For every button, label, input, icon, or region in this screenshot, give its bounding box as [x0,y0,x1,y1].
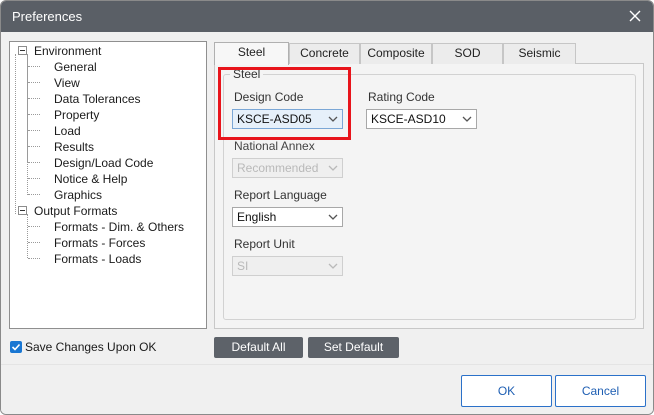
tree-connector [28,178,40,179]
tab-composite[interactable]: Composite [360,43,432,64]
ok-button[interactable]: OK [461,375,552,407]
save-changes-label: Save Changes Upon OK [25,340,157,354]
tree-item-graphics[interactable]: Graphics [54,187,102,203]
report-language-select[interactable]: English [232,207,343,227]
tab-sod[interactable]: SOD [432,43,503,64]
tree-connector [28,194,40,195]
preferences-dialog: Preferences Environment General View Dat… [0,0,654,415]
report-language-value: English [237,210,277,224]
tree-item-notice-help[interactable]: Notice & Help [54,171,127,187]
tree-connector [28,226,40,227]
collapse-icon[interactable] [18,206,27,215]
tree-connector [28,242,40,243]
rating-code-label: Rating Code [368,90,435,104]
report-unit-label: Report Unit [234,237,295,251]
national-annex-select: Recommended [232,158,343,178]
tree-connector [15,54,16,214]
dialog-footer: OK Cancel [1,364,653,414]
tree-item-data-tolerances[interactable]: Data Tolerances [54,91,141,107]
set-default-button[interactable]: Set Default [308,337,399,358]
report-unit-value: SI [237,259,249,273]
tree-item-property[interactable]: Property [54,107,99,123]
tree-connector [28,114,40,115]
tab-concrete[interactable]: Concrete [289,43,360,64]
tree-connector [28,82,40,83]
tree-connector [28,130,40,131]
tree-item-general[interactable]: General [54,59,97,75]
tree-item-view[interactable]: View [54,75,80,91]
report-unit-select: SI [232,256,343,276]
tree-connector [27,214,28,258]
chevron-down-icon [462,116,472,122]
tree-item-load[interactable]: Load [54,123,81,139]
chevron-down-icon [328,214,338,220]
tree-item-formats-forces[interactable]: Formats - Forces [54,235,145,251]
tree-connector [28,162,40,163]
tab-seismic[interactable]: Seismic [503,43,576,64]
tree-connector [27,54,28,195]
chevron-down-icon [328,263,338,269]
default-all-button[interactable]: Default All [214,337,303,358]
collapse-icon[interactable] [18,46,27,55]
title-bar: Preferences [1,1,653,32]
cancel-button[interactable]: Cancel [555,375,646,407]
national-annex-label: National Annex [234,139,315,153]
tree-item-formats-dim[interactable]: Formats - Dim. & Others [54,219,184,235]
tab-steel[interactable]: Steel [214,42,289,65]
tree-item-design-load-code[interactable]: Design/Load Code [54,155,153,171]
tree-node-output-formats[interactable]: Output Formats [34,203,117,219]
rating-code-select[interactable]: KSCE-ASD10 [366,109,477,129]
tree-connector [28,98,40,99]
report-language-label: Report Language [234,188,327,202]
tree-node-environment[interactable]: Environment [34,43,101,59]
tree-item-results[interactable]: Results [54,139,94,155]
tree-connector [28,66,40,67]
close-icon[interactable] [625,6,645,26]
highlight-box [218,67,351,140]
rating-code-value: KSCE-ASD10 [371,112,446,126]
national-annex-value: Recommended [237,161,319,175]
tree-connector [28,146,40,147]
window-title: Preferences [12,9,83,24]
chevron-down-icon [328,165,338,171]
checkbox-checked-icon[interactable] [10,341,22,353]
preferences-tree[interactable]: Environment General View Data Tolerances… [9,41,207,329]
tree-item-formats-loads[interactable]: Formats - Loads [54,251,141,267]
tree-connector [28,258,40,259]
